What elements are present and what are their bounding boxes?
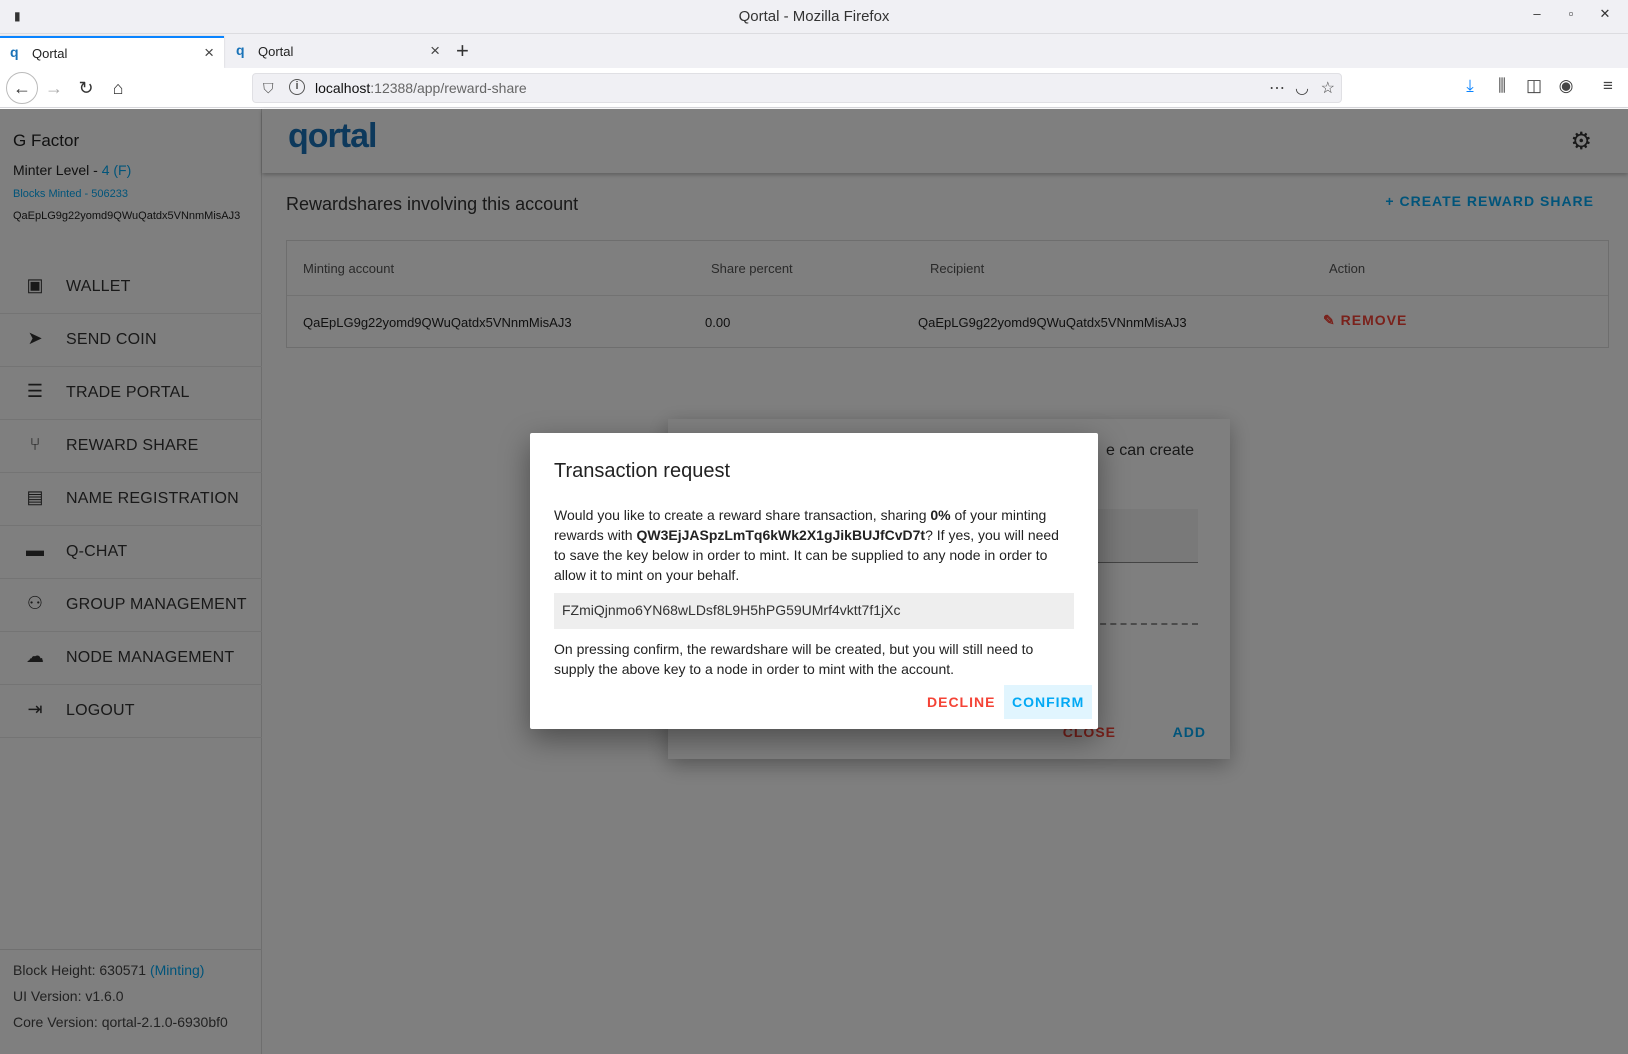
decline-button[interactable]: DECLINE bbox=[923, 686, 999, 718]
window-title: Qortal - Mozilla Firefox bbox=[738, 8, 890, 25]
tab-bar: q Qortal × q Qortal × + bbox=[0, 34, 1628, 68]
dialog-message: Would you like to create a reward share … bbox=[554, 505, 1074, 585]
more-actions-icon[interactable]: ⋯ bbox=[1269, 78, 1285, 98]
forward-icon[interactable]: → bbox=[40, 74, 68, 102]
bookmark-star-icon[interactable]: ☆ bbox=[1321, 78, 1335, 98]
qortal-favicon-icon: q bbox=[236, 42, 245, 58]
download-icon[interactable]: ⤓ bbox=[1458, 76, 1482, 96]
url-path: :12388/app/reward-share bbox=[370, 80, 527, 96]
tab-label: Qortal bbox=[32, 46, 68, 61]
confirm-button[interactable]: CONFIRM bbox=[1004, 685, 1093, 719]
back-icon[interactable]: ← bbox=[6, 72, 38, 104]
shield-icon[interactable]: ⛉ bbox=[263, 80, 274, 97]
account-icon[interactable]: ◉ bbox=[1554, 76, 1578, 96]
dialog-title: Transaction request bbox=[554, 460, 731, 482]
sidebar-toggle-icon[interactable]: ◫ bbox=[1522, 76, 1546, 96]
close-tab-icon[interactable]: × bbox=[430, 41, 440, 61]
browser-tab-2[interactable]: q Qortal × bbox=[226, 36, 450, 68]
pocket-icon[interactable]: ◡ bbox=[1295, 78, 1309, 98]
new-tab-icon[interactable]: + bbox=[456, 38, 469, 64]
url-text[interactable]: localhost:12388/app/reward-share bbox=[315, 80, 527, 96]
navigation-bar: ← → ↻ ⌂ ⛉ i localhost:12388/app/reward-s… bbox=[0, 68, 1628, 108]
window-titlebar: ▮ Qortal - Mozilla Firefox ‒ ▫ ✕ bbox=[0, 0, 1628, 34]
minimize-icon[interactable]: ‒ bbox=[1526, 6, 1548, 26]
url-bar[interactable]: ⛉ i localhost:12388/app/reward-share ⋯ ◡… bbox=[252, 73, 1342, 103]
transaction-request-dialog: Transaction request Would you like to cr… bbox=[530, 433, 1098, 729]
browser-tab-1[interactable]: q Qortal × bbox=[0, 36, 224, 68]
home-icon[interactable]: ⌂ bbox=[104, 74, 132, 102]
message-part: Would you like to create a reward share … bbox=[554, 507, 931, 523]
url-host: localhost bbox=[315, 80, 371, 96]
close-tab-icon[interactable]: × bbox=[204, 43, 214, 63]
recipient-address: QW3EjJASpzLmTq6kWk2X1gJikBUJfCvD7t bbox=[636, 527, 926, 543]
library-icon[interactable]: ⫼ bbox=[1490, 76, 1514, 96]
qortal-favicon-icon: q bbox=[10, 44, 19, 60]
dialog-note: On pressing confirm, the rewardshare wil… bbox=[554, 641, 1034, 677]
info-icon[interactable]: i bbox=[289, 79, 305, 95]
maximize-icon[interactable]: ▫ bbox=[1560, 6, 1582, 26]
reload-icon[interactable]: ↻ bbox=[72, 74, 100, 102]
share-percent: 0% bbox=[930, 507, 951, 523]
hamburger-menu-icon[interactable]: ≡ bbox=[1596, 76, 1620, 96]
tab-label: Qortal bbox=[258, 44, 294, 59]
close-window-icon[interactable]: ✕ bbox=[1594, 6, 1616, 26]
reward-share-key[interactable]: FZmiQjnmo6YN68wLDsf8L9H5hPG59UMrf4vktt7f… bbox=[554, 593, 1074, 629]
